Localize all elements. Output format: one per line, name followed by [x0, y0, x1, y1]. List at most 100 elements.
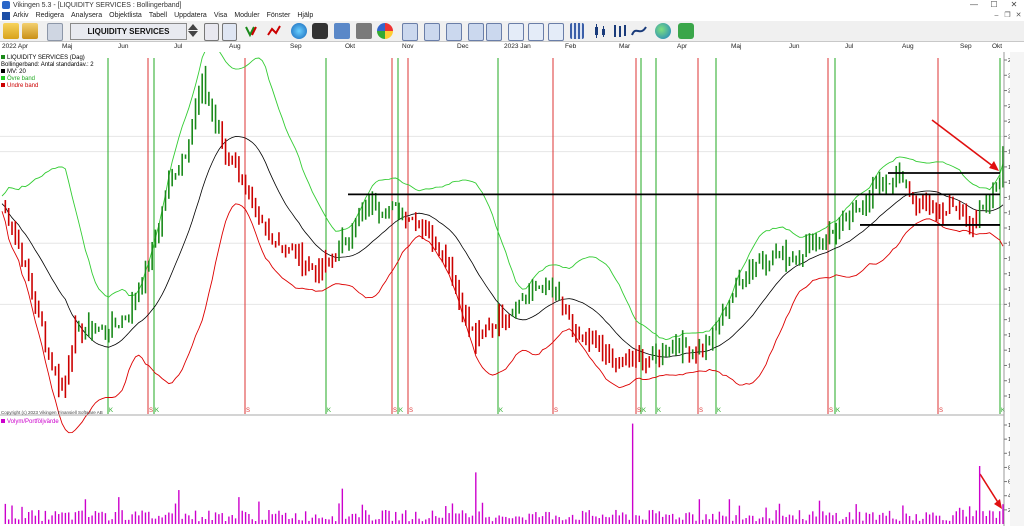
signal-label: K — [399, 408, 403, 414]
price-chart[interactable]: KSKSKSKSKSSKKSKSKSK 22.522.021.521.020.5… — [0, 52, 1010, 526]
fit-chart-icon[interactable] — [486, 23, 502, 41]
mdi-minimize-button[interactable]: – — [991, 11, 1002, 21]
menu-moduler[interactable]: Moduler — [234, 12, 263, 20]
menu-redigera[interactable]: Redigera — [36, 12, 68, 20]
mdi-close-button[interactable]: ✕ — [1013, 11, 1024, 21]
document-view-icon[interactable] — [204, 23, 219, 41]
signal-label: K — [109, 408, 113, 414]
document-icon — [2, 12, 10, 20]
time-label: Mar — [619, 43, 631, 50]
signal-label: K — [717, 408, 721, 414]
mdi-restore-button[interactable]: ❐ — [1002, 11, 1013, 21]
menu-analysera[interactable]: Analysera — [71, 12, 106, 20]
line-chart-icon[interactable] — [631, 23, 647, 39]
mdi-controls: – ❐ ✕ — [991, 11, 1024, 21]
trend-indicator-icon[interactable] — [266, 23, 282, 39]
time-label: Aug — [902, 43, 914, 50]
minimize-button[interactable]: — — [964, 0, 984, 11]
time-label: Okt — [345, 43, 356, 50]
menu-fonster[interactable]: Fönster — [267, 12, 295, 20]
close-button[interactable]: ✕ — [1004, 0, 1024, 11]
time-label: Okt — [992, 43, 1003, 50]
legend-swatch — [1, 69, 5, 73]
time-label: Sep — [960, 43, 972, 50]
zoom-in-icon[interactable] — [402, 23, 418, 41]
window-icon[interactable] — [508, 23, 524, 41]
bar-chart-icon[interactable] — [612, 23, 628, 39]
time-label: Sep — [290, 43, 302, 50]
window-controls: — ☐ ✕ — [964, 0, 1024, 11]
toolbar: LIQUIDITY SERVICES — [0, 21, 1024, 42]
grid-icon[interactable] — [570, 23, 584, 39]
table-icon[interactable] — [528, 23, 544, 41]
chart-background — [0, 52, 1010, 526]
legend-label: Undre band — [7, 83, 38, 89]
time-label: 2023 Jan — [504, 43, 531, 50]
signal-label: K — [155, 408, 159, 414]
scroll-right-icon[interactable] — [446, 23, 462, 41]
time-label: Jun — [118, 43, 129, 50]
time-label: 2022 Apr — [2, 43, 29, 50]
signal-label: K — [499, 408, 503, 414]
signal-label: S — [637, 408, 641, 414]
copyright-text: Copyright (c) 2023 Vikingen Finansiell S… — [1, 410, 103, 415]
time-label: Dec — [457, 43, 469, 50]
time-label: Jul — [845, 43, 854, 50]
signal-label: S — [149, 408, 153, 414]
volume-legend: Volym/Portföljvärde — [1, 419, 59, 425]
money-icon[interactable] — [678, 23, 694, 39]
time-label: Jul — [174, 43, 183, 50]
time-label: Jun — [789, 43, 800, 50]
menu-objektlista[interactable]: Objektlista — [109, 12, 146, 20]
spin-up-icon[interactable] — [188, 24, 198, 30]
signal-label: S — [829, 408, 833, 414]
legend-swatch — [1, 83, 5, 87]
time-label: Maj — [731, 43, 742, 50]
open-folder-icon[interactable] — [3, 23, 19, 39]
save-folder-icon[interactable] — [22, 23, 38, 39]
symbol-spinner[interactable] — [187, 23, 199, 39]
time-label: Apr — [677, 43, 688, 50]
volume-legend-label: Volym/Portföljvärde — [7, 419, 59, 425]
screen-icon[interactable] — [334, 23, 350, 39]
color-palette-icon[interactable] — [377, 23, 393, 39]
camera-icon[interactable] — [312, 23, 328, 39]
legend-label: Bollingerband: Antal standardav.: 2 — [1, 62, 94, 68]
legend-label: MV: 20 — [7, 69, 26, 75]
globe-icon[interactable] — [655, 23, 671, 39]
zoom-out-icon[interactable] — [468, 23, 484, 41]
maximize-button[interactable]: ☐ — [984, 0, 1004, 11]
signal-label: K — [642, 408, 646, 414]
symbol-selector[interactable]: LIQUIDITY SERVICES — [70, 23, 187, 40]
legend-label: Övre band — [7, 75, 35, 82]
time-label: Maj — [62, 43, 73, 50]
menu-bar: Arkiv Redigera Analysera Objektlista Tab… — [0, 11, 1024, 21]
signal-label: S — [246, 408, 250, 414]
signal-label: K — [327, 408, 331, 414]
time-label: Feb — [565, 43, 577, 50]
legend-swatch — [1, 419, 5, 423]
signal-label: S — [393, 408, 397, 414]
time-label: Aug — [229, 43, 241, 50]
scroll-left-icon[interactable] — [424, 23, 440, 41]
spin-down-icon[interactable] — [188, 31, 198, 37]
candlestick-icon[interactable] — [593, 23, 609, 39]
menu-visa[interactable]: Visa — [214, 12, 232, 20]
menu-arkiv[interactable]: Arkiv — [13, 12, 33, 20]
price-scale-panel — [1010, 52, 1024, 526]
list-icon[interactable] — [548, 23, 564, 41]
legend-swatch — [1, 55, 5, 59]
menu-uppdatera[interactable]: Uppdatera — [174, 12, 211, 20]
signal-label: S — [699, 408, 703, 414]
print-icon[interactable] — [356, 23, 372, 39]
object-list-icon[interactable] — [47, 23, 63, 41]
menu-hjalp[interactable]: Hjälp — [297, 12, 317, 20]
signal-label: K — [657, 408, 661, 414]
time-label: Nov — [402, 43, 414, 50]
signal-indicator-icon[interactable] — [244, 23, 260, 39]
signal-label: K — [836, 408, 840, 414]
page-setup-icon[interactable] — [222, 23, 237, 41]
menu-tabell[interactable]: Tabell — [149, 12, 171, 20]
refresh-icon[interactable] — [291, 23, 307, 39]
window-title: Vikingen 5.3 - [LIQUIDITY SERVICES : Bol… — [13, 2, 182, 9]
